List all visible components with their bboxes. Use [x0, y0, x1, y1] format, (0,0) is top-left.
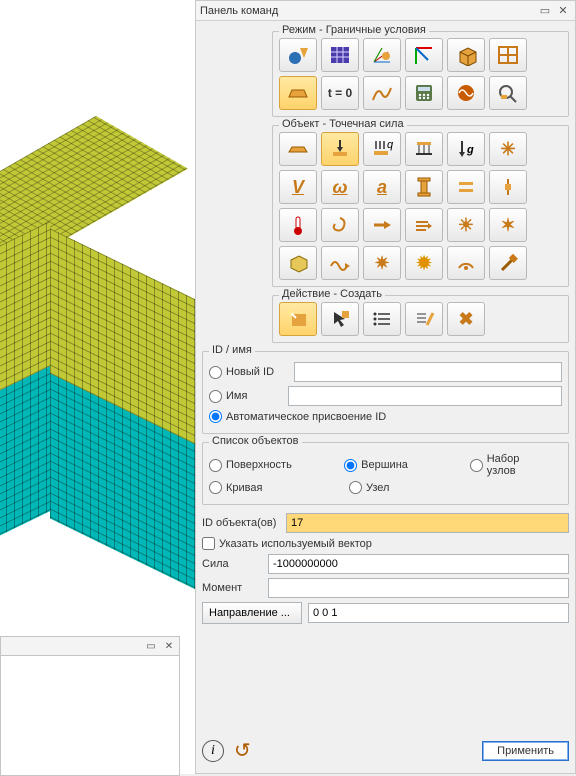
obj-sun-button[interactable]: ☀: [447, 208, 485, 242]
close-icon[interactable]: ✕: [555, 3, 571, 19]
mesh-face-right: [50, 228, 195, 591]
obj-special1-button[interactable]: ✳: [489, 132, 527, 166]
name-input[interactable]: [288, 386, 562, 406]
direction-button[interactable]: Направление ...: [202, 602, 302, 624]
obj-wave-arrow-button[interactable]: [321, 246, 359, 280]
mode-calc-button[interactable]: [405, 76, 443, 110]
obj-gap-button[interactable]: [447, 170, 485, 204]
panel-titlebar: Панель команд ▭ ✕: [196, 1, 575, 21]
obj-support-button[interactable]: [405, 132, 443, 166]
t0-icon: t = 0: [328, 86, 352, 100]
apply-button[interactable]: Применить: [482, 741, 569, 761]
mode-mesh-button[interactable]: [321, 38, 359, 72]
action-list-button[interactable]: [363, 302, 401, 336]
obj-beam-button[interactable]: [279, 132, 317, 166]
obj-hammer-button[interactable]: [489, 246, 527, 280]
obj-acceleration-button[interactable]: a: [363, 170, 401, 204]
mode-cube-button[interactable]: [447, 38, 485, 72]
mode-bc-button[interactable]: [363, 38, 401, 72]
direction-input[interactable]: [308, 603, 569, 623]
moment-input[interactable]: [268, 578, 569, 598]
obj-spiral-button[interactable]: [321, 208, 359, 242]
obj-gravity-button[interactable]: g: [447, 132, 485, 166]
obj-star-button[interactable]: ✶: [489, 208, 527, 242]
panel-footer: i ↺ Применить: [196, 732, 575, 773]
pin-icon[interactable]: ▭: [144, 639, 158, 653]
radio-auto-id[interactable]: Автоматическое присвоение ID: [209, 410, 386, 423]
radio-vertex[interactable]: Вершина: [344, 459, 450, 472]
mode-geometry-button[interactable]: [279, 38, 317, 72]
radio-curve[interactable]: Кривая: [209, 481, 329, 494]
fieldset-object-list: Список объектов Поверхность Вершина Набо…: [202, 442, 569, 505]
moment-label: Момент: [202, 582, 262, 594]
group-action-legend: Действие - Создать: [279, 288, 385, 300]
svg-text:g: g: [466, 144, 474, 156]
force-input[interactable]: [268, 554, 569, 574]
new-id-input[interactable]: [294, 362, 562, 382]
undo-icon[interactable]: ↺: [234, 738, 251, 763]
checkbox-vector[interactable]: Указать используемый вектор: [202, 537, 372, 550]
fieldset-id-name: ID / имя Новый ID Имя Автоматическое при…: [202, 351, 569, 434]
info-icon[interactable]: i: [202, 740, 224, 762]
obj-column-button[interactable]: [405, 170, 443, 204]
obj-sun2-button[interactable]: ✹: [405, 246, 443, 280]
mesh-face-front: [0, 221, 50, 599]
obj-thermal-button[interactable]: [279, 208, 317, 242]
action-edit-button[interactable]: [405, 302, 443, 336]
command-panel: Панель команд ▭ ✕ Режим - Граничные усло…: [195, 0, 576, 774]
action-delete-button[interactable]: ✖: [447, 302, 485, 336]
id-label: ID объекта(ов): [202, 517, 280, 529]
radio-new-id[interactable]: Новый ID: [209, 366, 274, 379]
svg-text:q: q: [387, 139, 394, 151]
mode-plane-button[interactable]: [279, 76, 317, 110]
radio-name[interactable]: Имя: [209, 390, 247, 403]
close-icon[interactable]: ✕: [162, 639, 176, 653]
objlist-legend: Список объектов: [209, 435, 302, 447]
mode-materials-button[interactable]: [405, 38, 443, 72]
pin-icon[interactable]: ▭: [537, 3, 553, 19]
group-object-legend: Объект - Точечная сила: [279, 118, 407, 130]
obj-distributed-q-button[interactable]: q: [363, 132, 401, 166]
obj-axis-button[interactable]: [489, 170, 527, 204]
obj-velocity-button[interactable]: V: [279, 170, 317, 204]
obj-arrow-button[interactable]: [363, 208, 401, 242]
mode-t0-button[interactable]: t = 0: [321, 76, 359, 110]
group-object: Объект - Точечная сила q g ✳ V ω a: [272, 125, 569, 287]
secondary-panel-titlebar: ▭ ✕: [0, 636, 180, 656]
group-mode: Режим - Граничные условия t = 0: [272, 31, 569, 117]
mode-grid-button[interactable]: [489, 38, 527, 72]
obj-star2-button[interactable]: ✷: [363, 246, 401, 280]
obj-omega-button[interactable]: ω: [321, 170, 359, 204]
mode-lens-button[interactable]: [489, 76, 527, 110]
mode-curve-button[interactable]: [363, 76, 401, 110]
idname-legend: ID / имя: [209, 344, 255, 356]
force-label: Сила: [202, 558, 262, 570]
panel-title: Панель команд: [200, 5, 535, 17]
action-create-button[interactable]: [279, 302, 317, 336]
group-action: Действие - Создать ✖: [272, 295, 569, 343]
group-mode-legend: Режим - Граничные условия: [279, 24, 429, 36]
action-pick-button[interactable]: [321, 302, 359, 336]
obj-point-force-button[interactable]: [321, 132, 359, 166]
secondary-panel-body: [0, 656, 180, 776]
obj-block-button[interactable]: [279, 246, 317, 280]
object-id-input[interactable]: [286, 513, 569, 533]
obj-wind-button[interactable]: [405, 208, 443, 242]
radio-nodeset[interactable]: Набор узлов: [470, 453, 548, 477]
obj-radar-button[interactable]: [447, 246, 485, 280]
radio-surface[interactable]: Поверхность: [209, 459, 324, 472]
radio-node[interactable]: Узел: [349, 481, 389, 494]
mode-wave-button[interactable]: [447, 76, 485, 110]
